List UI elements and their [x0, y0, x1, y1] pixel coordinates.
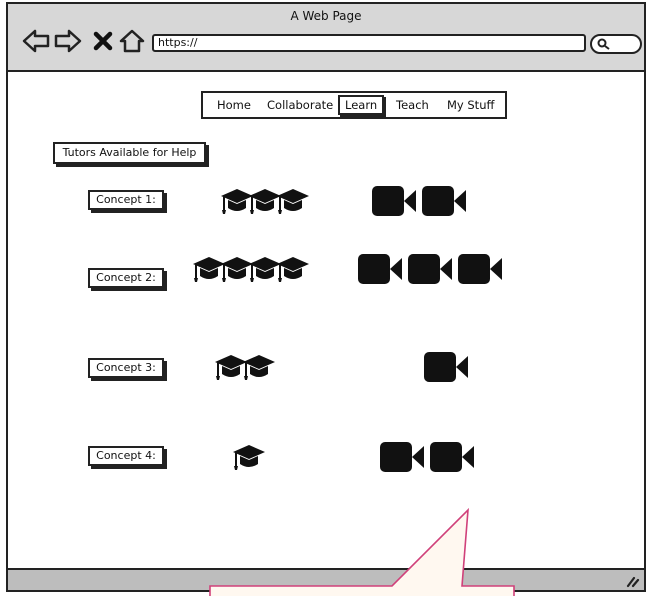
- tutor-caps-row-4: [232, 442, 280, 476]
- video-camera-icon[interactable]: [420, 184, 468, 218]
- graduation-cap-icon: [233, 445, 265, 470]
- back-arrow-icon[interactable]: [22, 28, 50, 54]
- nav-item-my-stuff[interactable]: My Stuff: [447, 98, 494, 112]
- video-cams-row-2[interactable]: [356, 252, 516, 286]
- graduation-cap-icon: [243, 355, 275, 380]
- video-camera-icon[interactable]: [370, 184, 418, 218]
- video-camera-icon[interactable]: [378, 440, 426, 474]
- video-camera-icon[interactable]: [356, 252, 404, 286]
- status-bar: [8, 568, 644, 590]
- video-cams-row-3[interactable]: [422, 350, 472, 384]
- forward-arrow-icon[interactable]: [54, 28, 82, 54]
- window-title: A Web Page: [290, 9, 362, 23]
- nav-item-teach[interactable]: Teach: [396, 98, 429, 112]
- tutor-caps-row-1: [220, 186, 330, 220]
- url-bar[interactable]: https://: [152, 34, 586, 52]
- video-camera-icon[interactable]: [406, 252, 454, 286]
- search-icon: [597, 38, 610, 50]
- graduation-cap-icon: [277, 257, 309, 282]
- search-field[interactable]: [590, 34, 642, 54]
- tutor-caps-row-2: [192, 254, 324, 290]
- concept-2-button[interactable]: Concept 2:: [88, 268, 164, 288]
- video-camera-icon[interactable]: [422, 350, 470, 384]
- video-camera-icon[interactable]: [428, 440, 476, 474]
- concept-1-button[interactable]: Concept 1:: [88, 190, 164, 210]
- resize-handle-icon[interactable]: [624, 574, 640, 588]
- home-icon[interactable]: [118, 28, 146, 54]
- nav-item-home[interactable]: Home: [217, 98, 251, 112]
- browser-window: A Web Page https:// Home Collaborate Lea…: [6, 2, 646, 592]
- video-cams-row-1[interactable]: [370, 184, 480, 218]
- concept-3-button[interactable]: Concept 3:: [88, 358, 164, 378]
- nav-item-collaborate[interactable]: Collaborate: [267, 98, 333, 112]
- video-cams-row-4[interactable]: [378, 440, 488, 474]
- browser-chrome: A Web Page https://: [8, 4, 644, 72]
- close-x-icon[interactable]: [92, 28, 114, 54]
- video-camera-icon[interactable]: [456, 252, 504, 286]
- tutors-available-button[interactable]: Tutors Available for Help: [53, 142, 206, 164]
- tutor-caps-row-3: [214, 352, 310, 388]
- graduation-cap-icon: [277, 189, 309, 214]
- nav-item-learn[interactable]: Learn: [338, 95, 385, 115]
- concept-4-button[interactable]: Concept 4:: [88, 446, 164, 466]
- url-text: https://: [158, 36, 198, 49]
- main-nav: Home Collaborate Learn Teach My Stuff: [201, 91, 507, 119]
